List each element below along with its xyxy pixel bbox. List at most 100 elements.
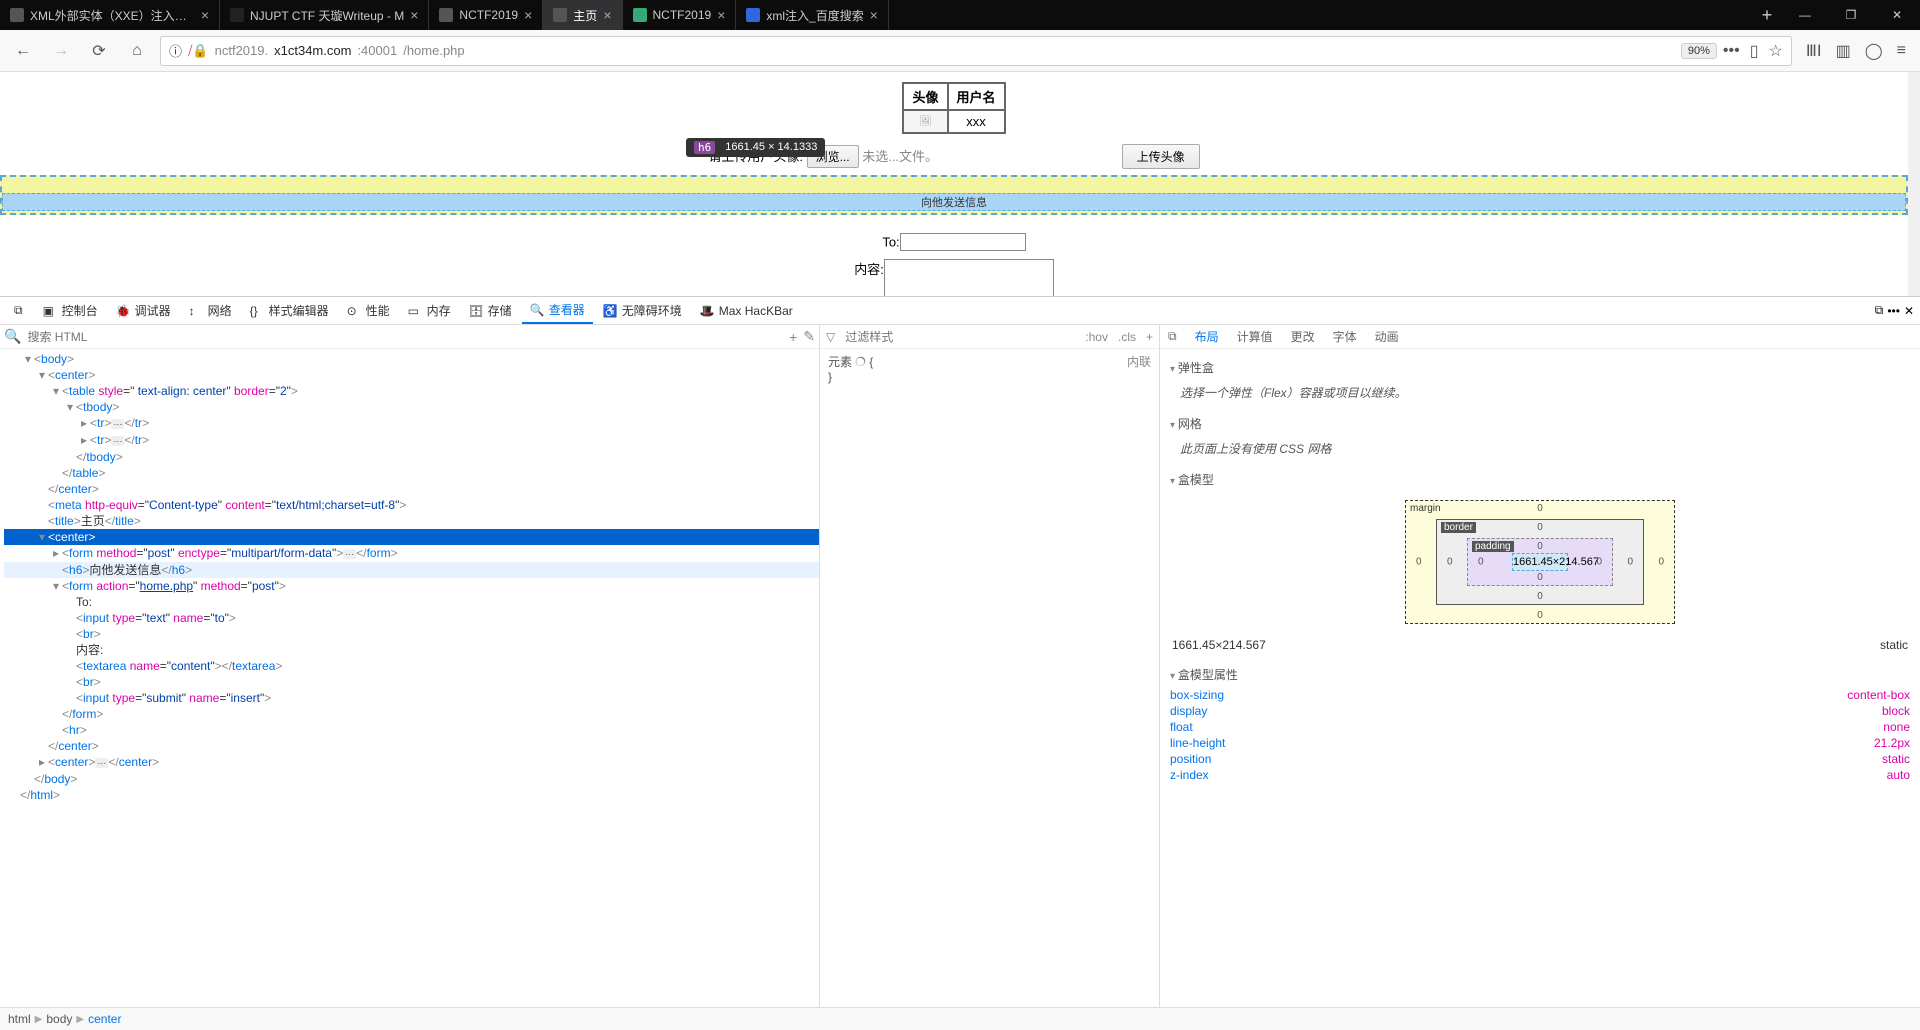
boxmodel-section-head[interactable]: 盒模型 bbox=[1170, 467, 1910, 492]
styles-filter-input[interactable] bbox=[845, 330, 1075, 344]
dock-icon[interactable]: ⧉ bbox=[1875, 303, 1884, 318]
devtools-tab[interactable]: 🎩Max HacKBar bbox=[692, 297, 801, 324]
cls-toggle[interactable]: .cls bbox=[1118, 330, 1136, 344]
filter-icon: ▽ bbox=[826, 330, 835, 344]
dom-node[interactable]: </form> bbox=[4, 706, 819, 722]
layout-subtab[interactable]: 字体 bbox=[1333, 328, 1357, 345]
boxprops-section-head[interactable]: 盒模型属性 bbox=[1170, 662, 1910, 687]
dom-search-input[interactable] bbox=[27, 330, 783, 344]
dom-node[interactable]: </center> bbox=[4, 481, 819, 497]
breadcrumb-item[interactable]: center bbox=[88, 1012, 121, 1026]
dom-node[interactable]: <title>主页</title> bbox=[4, 513, 819, 529]
layout-subtab[interactable]: 计算值 bbox=[1237, 328, 1273, 345]
tab-close-icon[interactable]: × bbox=[201, 7, 209, 23]
tab-close-icon[interactable]: × bbox=[603, 7, 611, 23]
url-bar[interactable]: ⓘ ⧸🔒 nctf2019.x1ct34m.com:40001/home.php… bbox=[160, 36, 1792, 66]
inspector-toggle-icon[interactable]: ⧉ bbox=[6, 299, 31, 322]
dom-node[interactable]: ▾<form action="home.php" method="post"> bbox=[4, 578, 819, 594]
devtools-tab[interactable]: ▣控制台 bbox=[35, 297, 106, 324]
dom-node[interactable]: <hr> bbox=[4, 722, 819, 738]
dom-node[interactable]: ▾<center> bbox=[4, 529, 819, 545]
dom-node[interactable]: ▸<tr>⋯</tr> bbox=[4, 432, 819, 449]
to-input[interactable] bbox=[900, 233, 1026, 251]
browser-tab[interactable]: NJUPT CTF 天璇Writeup - M× bbox=[220, 0, 429, 30]
reload-button[interactable]: ⟳ bbox=[84, 36, 114, 66]
layout-panel-toggle-icon[interactable]: ⧉ bbox=[1168, 329, 1177, 344]
dom-node[interactable]: ▸<form method="post" enctype="multipart/… bbox=[4, 545, 819, 562]
browser-tab[interactable]: XML外部实体（XXE）注入详解× bbox=[0, 0, 220, 30]
dom-node[interactable]: ▾<tbody> bbox=[4, 399, 819, 415]
hov-toggle[interactable]: :hov bbox=[1085, 330, 1108, 344]
dom-node[interactable]: <textarea name="content"></textarea> bbox=[4, 658, 819, 674]
dom-node[interactable]: To: bbox=[4, 594, 819, 610]
dom-node[interactable]: <h6>向他发送信息</h6> bbox=[4, 562, 819, 578]
dom-node[interactable]: ▸<center>⋯</center> bbox=[4, 754, 819, 771]
add-rule-icon[interactable]: + bbox=[1146, 330, 1153, 344]
dom-node[interactable]: </table> bbox=[4, 465, 819, 481]
layout-subtab[interactable]: 更改 bbox=[1291, 328, 1315, 345]
minimize-button[interactable]: — bbox=[1782, 0, 1828, 30]
dom-breadcrumb[interactable]: html▶body▶center bbox=[0, 1007, 1920, 1030]
tab-close-icon[interactable]: × bbox=[410, 7, 418, 23]
grid-section-head[interactable]: 网格 bbox=[1170, 411, 1910, 436]
dom-node[interactable]: <input type="text" name="to"> bbox=[4, 610, 819, 626]
dom-node[interactable]: <input type="submit" name="insert"> bbox=[4, 690, 819, 706]
close-button[interactable]: ✕ bbox=[1874, 0, 1920, 30]
browser-tab[interactable]: NCTF2019× bbox=[623, 0, 737, 30]
layout-subtab[interactable]: 布局 bbox=[1195, 328, 1219, 345]
browser-navbar: ← → ⟳ ⌂ ⓘ ⧸🔒 nctf2019.x1ct34m.com:40001/… bbox=[0, 30, 1920, 72]
devtools-close-icon[interactable]: ✕ bbox=[1904, 304, 1914, 318]
add-node-icon[interactable]: + bbox=[789, 329, 797, 345]
search-icon: 🔍 bbox=[4, 328, 21, 345]
content-textarea[interactable] bbox=[884, 259, 1054, 296]
dom-tree[interactable]: ▾<body>▾<center>▾<table style=" text-ali… bbox=[0, 349, 819, 1007]
devtools-tab[interactable]: 🔍查看器 bbox=[522, 297, 593, 324]
maximize-button[interactable]: ❐ bbox=[1828, 0, 1874, 30]
breadcrumb-item[interactable]: body bbox=[46, 1012, 72, 1026]
new-tab-button[interactable]: + bbox=[1752, 0, 1782, 30]
devtools-tab[interactable]: ♿无障碍环境 bbox=[595, 297, 690, 324]
tab-close-icon[interactable]: × bbox=[870, 7, 878, 23]
devtools-more-icon[interactable]: ••• bbox=[1887, 304, 1900, 318]
bookmark-icon[interactable]: ☆ bbox=[1769, 41, 1783, 61]
tab-close-icon[interactable]: × bbox=[717, 7, 725, 23]
dom-node[interactable]: ▾<table style=" text-align: center" bord… bbox=[4, 383, 819, 399]
devtools-tab[interactable]: ▭内存 bbox=[400, 297, 459, 324]
flex-section-head[interactable]: 弹性盒 bbox=[1170, 355, 1910, 380]
devtools-tab[interactable]: ↕网络 bbox=[181, 297, 240, 324]
dom-node[interactable]: <br> bbox=[4, 626, 819, 642]
browser-tab[interactable]: 主页× bbox=[543, 0, 622, 30]
page-actions-icon[interactable]: ••• bbox=[1723, 42, 1740, 60]
home-button[interactable]: ⌂ bbox=[122, 36, 152, 66]
dom-node[interactable]: ▸<tr>⋯</tr> bbox=[4, 415, 819, 432]
dom-node[interactable]: </center> bbox=[4, 738, 819, 754]
upload-button[interactable]: 上传头像 bbox=[1122, 144, 1200, 169]
dom-node[interactable]: ▾<body> bbox=[4, 351, 819, 367]
dom-node[interactable]: ▾<center> bbox=[4, 367, 819, 383]
dom-node[interactable]: 内容: bbox=[4, 642, 819, 658]
menu-icon[interactable]: ≡ bbox=[1897, 42, 1906, 60]
devtools-tab[interactable]: 🐞调试器 bbox=[108, 297, 179, 324]
dom-node[interactable]: </body> bbox=[4, 771, 819, 787]
breadcrumb-item[interactable]: html bbox=[8, 1012, 31, 1026]
dom-node[interactable]: <meta http-equiv="Content-type" content=… bbox=[4, 497, 819, 513]
sidebar-icon[interactable]: ▥ bbox=[1836, 41, 1851, 61]
devtools-tab[interactable]: {}样式编辑器 bbox=[242, 297, 337, 324]
devtools-tab[interactable]: ⊙性能 bbox=[339, 297, 398, 324]
dom-node[interactable]: </tbody> bbox=[4, 449, 819, 465]
library-icon[interactable]: ⅢⅠ bbox=[1806, 41, 1822, 61]
reader-icon[interactable]: ▯ bbox=[1750, 41, 1759, 61]
dom-node[interactable]: </html> bbox=[4, 787, 819, 803]
browser-tab[interactable]: xml注入_百度搜索× bbox=[736, 0, 889, 30]
info-icon[interactable]: ⓘ bbox=[169, 41, 182, 60]
eyedropper-icon[interactable]: ✎ bbox=[803, 328, 815, 345]
tab-close-icon[interactable]: × bbox=[524, 7, 532, 23]
layout-subtab[interactable]: 动画 bbox=[1375, 328, 1399, 345]
back-button[interactable]: ← bbox=[8, 36, 38, 66]
prop-val: auto bbox=[1887, 768, 1910, 782]
account-icon[interactable]: ◯ bbox=[1865, 41, 1883, 61]
zoom-badge[interactable]: 90% bbox=[1681, 43, 1717, 59]
devtools-tab[interactable]: 🗄存储 bbox=[461, 297, 520, 324]
browser-tab[interactable]: NCTF2019× bbox=[429, 0, 543, 30]
dom-node[interactable]: <br> bbox=[4, 674, 819, 690]
